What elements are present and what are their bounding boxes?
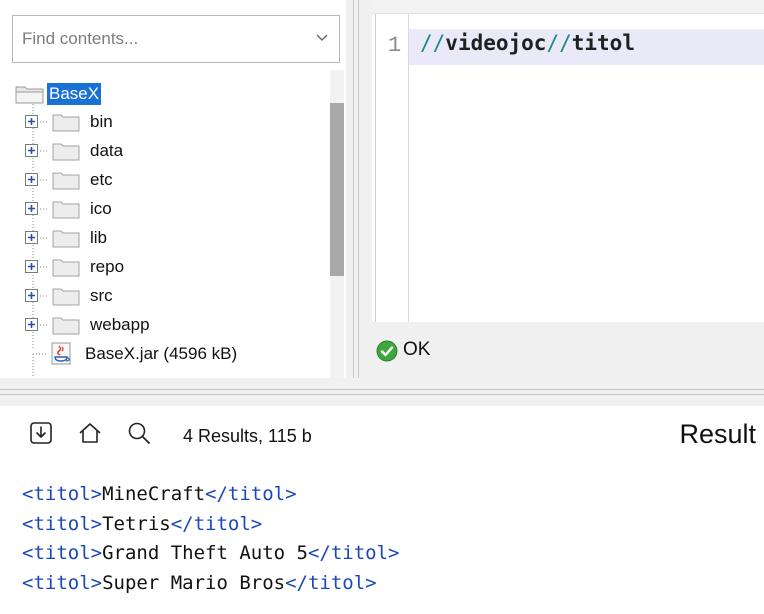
project-panel: BaseX bin data etc ico lib	[0, 0, 346, 378]
plus-box-icon[interactable]	[24, 114, 40, 130]
folder-icon	[52, 114, 80, 132]
tree-root-basex[interactable]: BaseX	[15, 80, 102, 108]
code-token-name: videojoc	[445, 31, 547, 55]
folder-icon	[52, 317, 80, 335]
xml-open-tag: <titol>	[22, 571, 103, 594]
tree-folder-label[interactable]: ico	[90, 199, 112, 219]
folder-icon	[52, 172, 80, 190]
result-line: <titol>MineCraft</titol>	[22, 483, 400, 513]
result-value: Tetris	[102, 512, 171, 535]
editor-tab-strip	[372, 0, 764, 14]
chevron-down-icon[interactable]	[315, 30, 329, 44]
tree-folder-webapp[interactable]: webapp	[24, 311, 150, 339]
vertical-splitter[interactable]	[346, 0, 372, 378]
tree-folder-src[interactable]: src	[24, 282, 113, 310]
xml-open-tag: <titol>	[22, 512, 103, 535]
tree-file-basex-jar[interactable]: BaseX.jar (4596 kB)	[48, 340, 237, 368]
result-line: <titol>Super Mario Bros</titol>	[22, 572, 400, 602]
plus-box-icon[interactable]	[24, 201, 40, 217]
result-value: Grand Theft Auto 5	[102, 542, 308, 564]
tree-root-label[interactable]: BaseX	[47, 83, 102, 105]
plus-box-icon[interactable]	[24, 172, 40, 188]
check-circle-icon	[376, 340, 398, 362]
query-editor: 1 //videojoc//titol OK	[372, 0, 764, 378]
find-contents-input[interactable]	[13, 16, 303, 62]
plus-box-icon[interactable]	[24, 317, 40, 333]
plus-box-icon[interactable]	[24, 259, 40, 275]
plus-box-icon[interactable]	[24, 230, 40, 246]
tree-folder-etc[interactable]: etc	[24, 166, 113, 194]
tree-folder-bin[interactable]: bin	[24, 108, 113, 136]
tree-folder-label[interactable]: etc	[90, 170, 113, 190]
folder-icon	[52, 230, 80, 248]
xml-open-tag: <titol>	[22, 483, 103, 505]
tree-scrollbar-thumb[interactable]	[330, 103, 344, 276]
file-tree: BaseX bin data etc ico lib repo src weba…	[0, 78, 330, 378]
result-line: <titol>Tetris</titol>	[22, 513, 400, 543]
tree-folder-label[interactable]: bin	[90, 112, 113, 132]
horizontal-splitter[interactable]	[0, 378, 764, 406]
result-panel-title: Result	[679, 419, 756, 449]
xml-close-tag: </titol>	[170, 512, 263, 535]
xml-close-tag: </titol>	[307, 542, 400, 564]
tree-folder-label[interactable]: data	[90, 141, 123, 161]
status-text: OK	[403, 339, 431, 360]
code-token-slash: //	[546, 31, 572, 55]
xml-close-tag: </titol>	[285, 571, 377, 594]
folder-icon	[52, 259, 80, 277]
tree-folder-label[interactable]: webapp	[90, 315, 150, 335]
home-icon[interactable]	[77, 420, 103, 446]
tree-folder-lib[interactable]: lib	[24, 224, 107, 252]
folder-icon	[52, 201, 80, 219]
editor-status-bar: OK	[372, 322, 764, 378]
result-line: <titol>Grand Theft Auto 5</titol>	[22, 542, 400, 572]
tree-folder-label[interactable]: repo	[90, 257, 124, 277]
tree-folder-label[interactable]: src	[90, 286, 113, 306]
tree-file-label[interactable]: BaseX.jar (4596 kB)	[85, 344, 237, 364]
result-value: Super Mario Bros	[102, 571, 286, 594]
folder-icon	[52, 143, 80, 161]
line-number-gutter	[376, 14, 409, 322]
result-count: 4 Results, 115 b	[183, 426, 312, 446]
code-token-slash: //	[420, 31, 446, 55]
java-jar-icon	[51, 342, 71, 365]
line-number: 1	[388, 33, 402, 58]
result-value: MineCraft	[102, 483, 206, 505]
plus-box-icon[interactable]	[24, 288, 40, 304]
code-line[interactable]: //videojoc//titol	[420, 31, 635, 55]
tree-folder-ico[interactable]: ico	[24, 195, 112, 223]
xml-open-tag: <titol>	[22, 542, 103, 564]
find-contents-combobox[interactable]	[12, 15, 340, 63]
save-icon[interactable]	[28, 420, 54, 446]
plus-box-icon[interactable]	[24, 143, 40, 159]
search-icon[interactable]	[126, 420, 152, 446]
tree-folder-data[interactable]: data	[24, 137, 123, 165]
folder-icon	[52, 288, 80, 306]
tree-folder-label[interactable]: lib	[90, 228, 107, 248]
folder-open-icon	[15, 86, 44, 104]
result-list[interactable]: <titol>MineCraft</titol> <titol>Tetris</…	[22, 483, 400, 601]
tree-folder-repo[interactable]: repo	[24, 253, 124, 281]
result-panel: 4 Results, 115 b Result <titol>MineCraft…	[0, 406, 764, 614]
xml-close-tag: </titol>	[205, 483, 297, 505]
editor-text-area[interactable]: 1 //videojoc//titol	[375, 14, 764, 322]
code-token-name: titol	[571, 31, 635, 55]
